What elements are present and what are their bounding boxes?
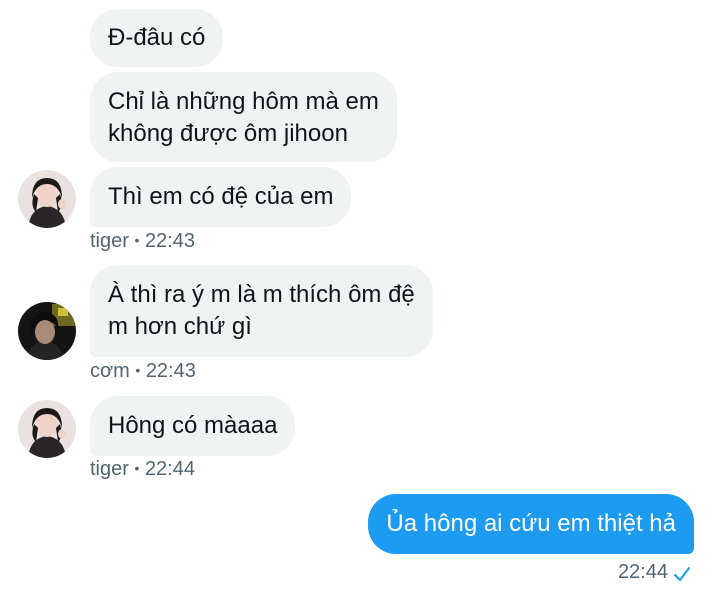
sender-name: tiger [90,230,129,252]
message-bubble-2[interactable]: Chỉ là những hôm mà em không được ôm jih… [90,72,397,162]
girl-photo-avatar-icon [18,400,76,458]
tiger-avatar[interactable] [18,170,76,228]
meta-separator: • [134,460,140,476]
message-text-line-2: không được ôm jihoon [108,120,348,147]
girl-photo-avatar-icon [18,170,76,228]
message-text: Ủa hông ai cứu em thiệt hả [386,510,676,537]
message-bubble-6-outgoing[interactable]: Ủa hông ai cứu em thiệt hả [368,494,694,554]
message-meta-4: cơm • 22:43 [90,360,196,383]
message-text-line-1: À thì ra ý m là m thích ôm đệ [108,281,415,308]
meta-separator: • [134,232,140,248]
message-text-line-2: m hơn chứ gì [108,313,252,340]
message-time: 22:44 [144,458,195,480]
message-meta-3: tiger • 22:43 [90,230,195,253]
message-text-line-1: Chỉ là những hôm mà em [108,88,379,115]
message-text: Đ-đâu có [108,24,206,51]
message-time-outgoing: 22:44 [618,561,668,584]
sender-name: tiger [90,458,129,480]
message-time: 22:43 [144,230,195,252]
message-bubble-5[interactable]: Hông có màaaa [90,396,296,456]
message-time: 22:43 [145,360,196,382]
meta-separator: • [135,362,141,378]
sent-check-icon [674,567,690,581]
tiger-avatar-2[interactable] [18,400,76,458]
message-bubble-4[interactable]: À thì ra ý m là m thích ôm đệ m hơn chứ … [90,265,433,357]
message-meta-5: tiger • 22:44 [90,458,195,481]
message-time: 22:44 [617,561,668,583]
message-text: Hông có màaaa [108,412,278,439]
message-bubble-1[interactable]: Đ-đâu có [90,9,224,67]
message-text: Thì em có đệ của em [108,183,334,210]
message-bubble-3[interactable]: Thì em có đệ của em [90,167,352,227]
boy-photo-avatar-icon [18,302,76,360]
com-avatar[interactable] [18,302,76,360]
sender-name: cơm [90,360,130,382]
